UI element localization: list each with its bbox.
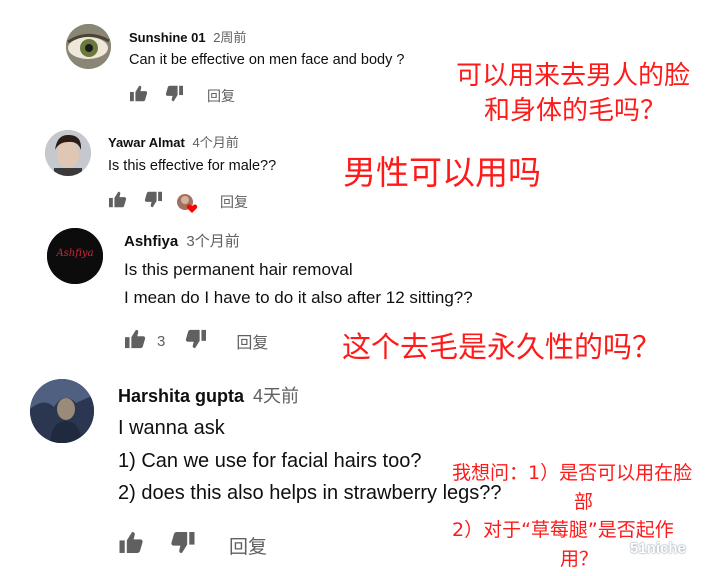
comment-text-line-3: 2) does this also helps in strawberry le… [118, 482, 502, 504]
avatar[interactable] [30, 379, 94, 443]
comment-header: Sunshine 01 2周前 [129, 27, 246, 46]
comment-4: Harshita gupta 4天前 I wanna ask 1) Can we… [0, 370, 720, 576]
timestamp[interactable]: 2周前 [213, 30, 246, 45]
author-name[interactable]: Ashfiya [124, 233, 178, 250]
comment-2: Yawar Almat 4个月前 Is this effective for m… [0, 122, 720, 222]
thumbs-up-icon[interactable] [118, 531, 144, 559]
thumbs-up-icon[interactable] [129, 85, 148, 107]
comment-header: Harshita gupta 4天前 [118, 382, 299, 408]
chat-bubble-icon [606, 538, 626, 558]
thumbs-down-icon[interactable] [144, 191, 163, 213]
comment-actions: 回复 [108, 191, 248, 213]
author-name[interactable]: Harshita gupta [118, 386, 244, 406]
comment-1: Sunshine 01 2周前 Can it be effective on m… [0, 0, 720, 126]
comment-text-line-2: I mean do I have to do it also after 12 … [124, 288, 473, 307]
annotation-line-4: 用？ [560, 548, 599, 570]
reply-button[interactable]: 回复 [236, 329, 268, 353]
comment-text-line-1: I wanna ask [118, 417, 225, 439]
annotation-line-2: 部 [574, 491, 594, 513]
annotation-line-1: 可以用来去男人的脸 [456, 61, 691, 91]
photo-avatar-image [30, 379, 94, 443]
comment-actions: 回复 [129, 85, 235, 107]
comment-3: Ashfiya Ashfiya 3个月前 Is this permanent h… [0, 222, 720, 370]
thumbs-down-icon[interactable] [170, 531, 196, 559]
avatar[interactable]: Ashfiya [47, 228, 103, 284]
person-avatar-image [45, 130, 91, 176]
timestamp[interactable]: 4天前 [253, 386, 299, 406]
comment-text: Can it be effective on men face and body… [129, 52, 405, 68]
watermark-text: 51niche [630, 539, 686, 557]
watermark: 51niche [606, 538, 686, 558]
comment-header: Yawar Almat 4个月前 [108, 132, 239, 151]
avatar-logo-text: Ashfiya [56, 248, 94, 259]
annotation-line-1: 这个去毛是永久性的吗？ [342, 330, 662, 364]
author-name[interactable]: Yawar Almat [108, 135, 185, 150]
thumbs-down-icon[interactable] [165, 85, 184, 107]
reply-button[interactable]: 回复 [220, 192, 248, 212]
avatar[interactable] [45, 130, 91, 176]
comment-text-line-1: Is this permanent hair removal [124, 260, 353, 279]
comment-text-line-2: 1) Can we use for facial hairs too? [118, 450, 422, 472]
author-name[interactable]: Sunshine 01 [129, 30, 206, 45]
reply-button[interactable]: 回复 [207, 86, 235, 106]
comment-actions: 回复 [118, 532, 267, 558]
thumbs-up-icon[interactable] [108, 191, 127, 213]
timestamp[interactable]: 4个月前 [192, 135, 238, 150]
annotation-line-1: 男性可以用吗 [343, 153, 541, 192]
creator-heart-icon [175, 192, 199, 213]
like-count: 3 [157, 332, 166, 350]
thumbs-down-icon[interactable] [185, 329, 207, 354]
eye-avatar-image [66, 24, 111, 69]
reply-button[interactable]: 回复 [229, 532, 267, 559]
comment-header: Ashfiya 3个月前 [124, 230, 240, 251]
thumbs-up-icon[interactable] [124, 329, 146, 354]
avatar[interactable] [66, 24, 111, 69]
comment-text: Is this effective for male?? [108, 158, 277, 174]
annotation-line-1: 我想问：1）是否可以用在脸 [452, 462, 693, 484]
comment-actions: 3 回复 [124, 329, 268, 354]
timestamp[interactable]: 3个月前 [186, 233, 239, 250]
